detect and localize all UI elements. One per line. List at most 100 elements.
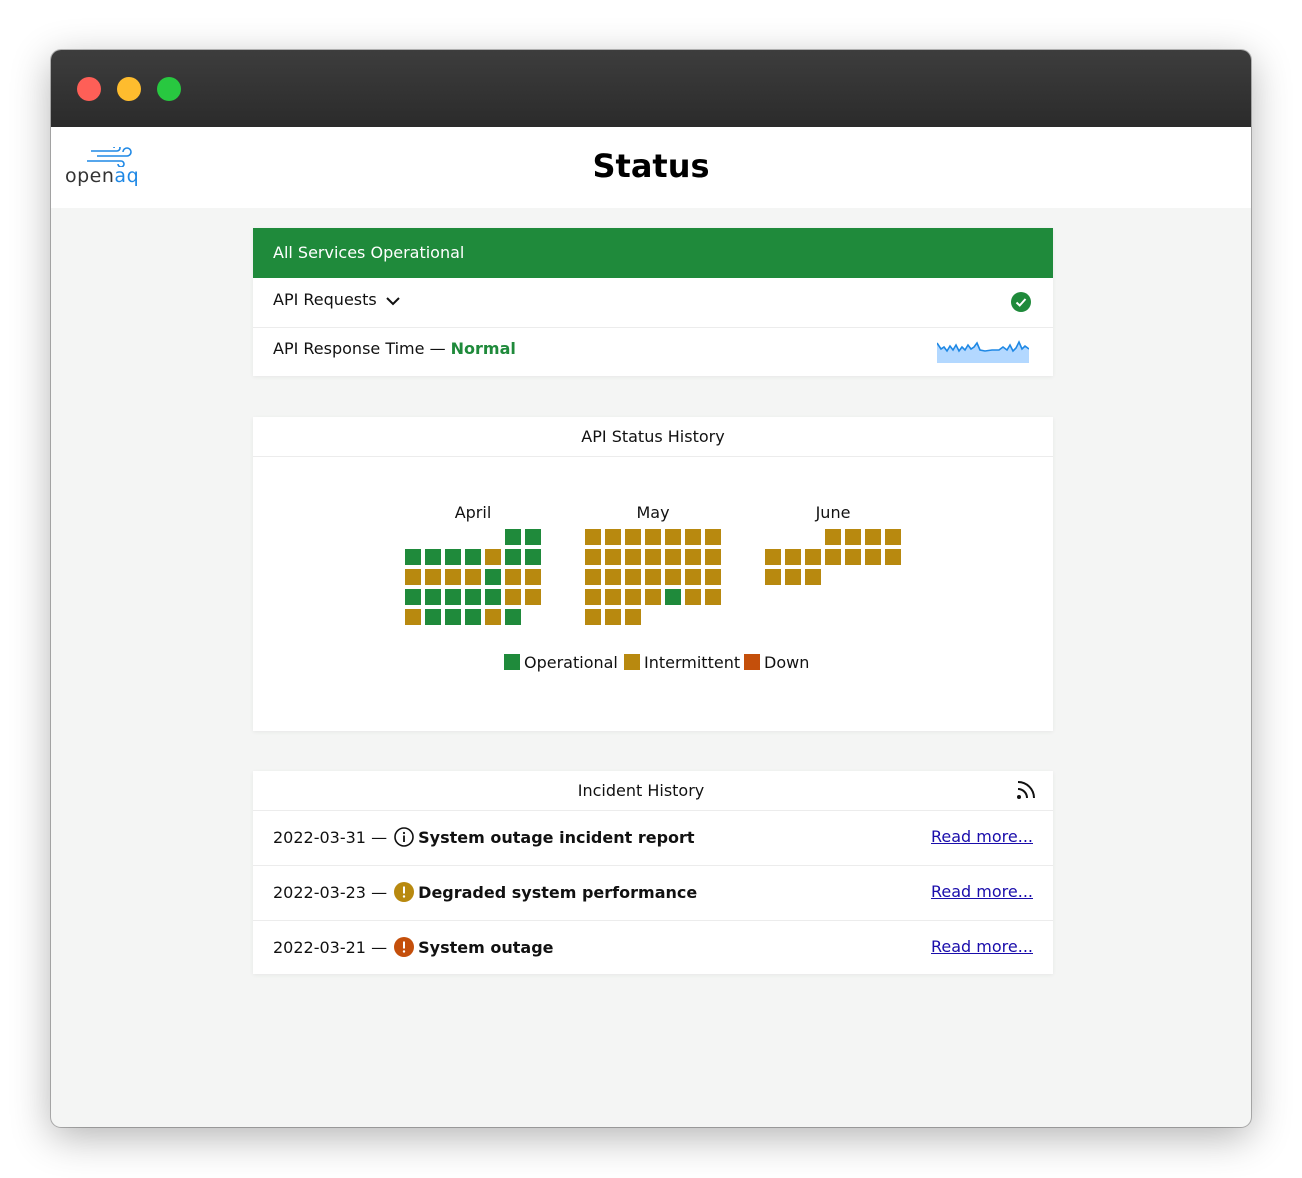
day-cell[interactable] [625, 569, 641, 585]
day-cell[interactable] [525, 569, 541, 585]
incident-history-header: Incident History [253, 771, 1053, 811]
day-cell[interactable] [625, 589, 641, 605]
legend-label: Intermittent [644, 653, 741, 672]
day-cell[interactable] [665, 529, 681, 545]
read-more-link[interactable]: Read more... [931, 827, 1033, 846]
day-cell[interactable] [405, 609, 421, 625]
day-cell[interactable] [705, 569, 721, 585]
month-label-may: May [636, 503, 670, 522]
day-cell[interactable] [605, 609, 621, 625]
day-cell[interactable] [585, 549, 601, 565]
day-cell[interactable] [465, 609, 481, 625]
day-cell[interactable] [425, 569, 441, 585]
incident-title: System outage incident report [418, 828, 695, 847]
day-cell[interactable] [505, 569, 521, 585]
day-cell[interactable] [525, 549, 541, 565]
day-cell[interactable] [425, 609, 441, 625]
legend-intermittent: Intermittent [624, 653, 740, 672]
day-cell[interactable] [825, 549, 841, 565]
day-cell[interactable] [885, 529, 901, 545]
status-history-title: API Status History [581, 427, 725, 446]
day-cell[interactable] [605, 529, 621, 545]
day-cell[interactable] [465, 569, 481, 585]
day-cell[interactable] [645, 549, 661, 565]
incident-date: 2022-03-31 — [273, 828, 393, 847]
status-history-header: API Status History [253, 417, 1053, 457]
day-cell[interactable] [505, 609, 521, 625]
day-cell[interactable] [505, 549, 521, 565]
day-cell[interactable] [665, 569, 681, 585]
browser-window: openaq Status All Services Operational A… [51, 50, 1251, 1127]
day-cell[interactable] [485, 589, 501, 605]
day-cell[interactable] [485, 609, 501, 625]
close-window-button[interactable] [77, 77, 101, 101]
day-cell[interactable] [425, 589, 441, 605]
day-cell[interactable] [505, 529, 521, 545]
incident-title: System outage [418, 938, 554, 957]
rss-icon[interactable] [1015, 779, 1037, 801]
day-cell[interactable] [425, 549, 441, 565]
day-cell[interactable] [585, 529, 601, 545]
api-requests-row[interactable]: API Requests [253, 278, 1053, 328]
day-cell[interactable] [505, 589, 521, 605]
day-cell[interactable] [765, 549, 781, 565]
overall-status-banner: All Services Operational [253, 228, 1053, 278]
day-cell[interactable] [705, 529, 721, 545]
day-cell[interactable] [885, 549, 901, 565]
day-cell[interactable] [485, 549, 501, 565]
day-cell[interactable] [645, 589, 661, 605]
day-cell[interactable] [445, 609, 461, 625]
chevron-down-icon[interactable] [386, 296, 400, 306]
day-cell[interactable] [765, 569, 781, 585]
day-cell[interactable] [625, 549, 641, 565]
read-more-link[interactable]: Read more... [931, 882, 1033, 901]
day-cell[interactable] [465, 549, 481, 565]
status-history-card: API Status History April May June Operatio… [253, 417, 1053, 731]
day-cell[interactable] [865, 529, 881, 545]
day-cell[interactable] [705, 589, 721, 605]
day-cell[interactable] [585, 589, 601, 605]
legend-swatch-intermittent [624, 654, 640, 670]
day-cell[interactable] [405, 549, 421, 565]
day-cell[interactable] [685, 529, 701, 545]
maximize-window-button[interactable] [157, 77, 181, 101]
day-cell[interactable] [805, 569, 821, 585]
day-cell[interactable] [865, 549, 881, 565]
day-cell[interactable] [825, 529, 841, 545]
response-time-sparkline [937, 340, 1029, 363]
day-cell[interactable] [445, 569, 461, 585]
day-cell[interactable] [465, 589, 481, 605]
day-cell[interactable] [705, 549, 721, 565]
day-cell[interactable] [445, 589, 461, 605]
day-cell[interactable] [665, 549, 681, 565]
day-cell[interactable] [845, 529, 861, 545]
day-cell[interactable] [685, 589, 701, 605]
day-cell[interactable] [525, 589, 541, 605]
day-cell[interactable] [625, 529, 641, 545]
day-cell[interactable] [585, 609, 601, 625]
day-cell[interactable] [605, 589, 621, 605]
day-cell[interactable] [805, 549, 821, 565]
day-cell[interactable] [605, 549, 621, 565]
day-cell[interactable] [685, 549, 701, 565]
day-cell[interactable] [845, 549, 861, 565]
day-cell[interactable] [605, 569, 621, 585]
day-cell[interactable] [405, 589, 421, 605]
day-cell[interactable] [525, 529, 541, 545]
day-cell[interactable] [645, 529, 661, 545]
day-cell[interactable] [665, 589, 681, 605]
incident-history-card: Incident History 2022-03-31 — System out… [253, 771, 1053, 974]
day-cell[interactable] [585, 569, 601, 585]
day-cell[interactable] [445, 549, 461, 565]
minimize-window-button[interactable] [117, 77, 141, 101]
day-cell[interactable] [485, 569, 501, 585]
day-cell[interactable] [625, 609, 641, 625]
day-cell[interactable] [685, 569, 701, 585]
day-cell[interactable] [785, 569, 801, 585]
read-more-link[interactable]: Read more... [931, 937, 1033, 956]
day-cell[interactable] [645, 569, 661, 585]
day-cell[interactable] [405, 569, 421, 585]
incident-date: 2022-03-23 — [273, 883, 393, 902]
api-response-time-row: API Response Time — Normal [253, 327, 1053, 376]
day-cell[interactable] [785, 549, 801, 565]
